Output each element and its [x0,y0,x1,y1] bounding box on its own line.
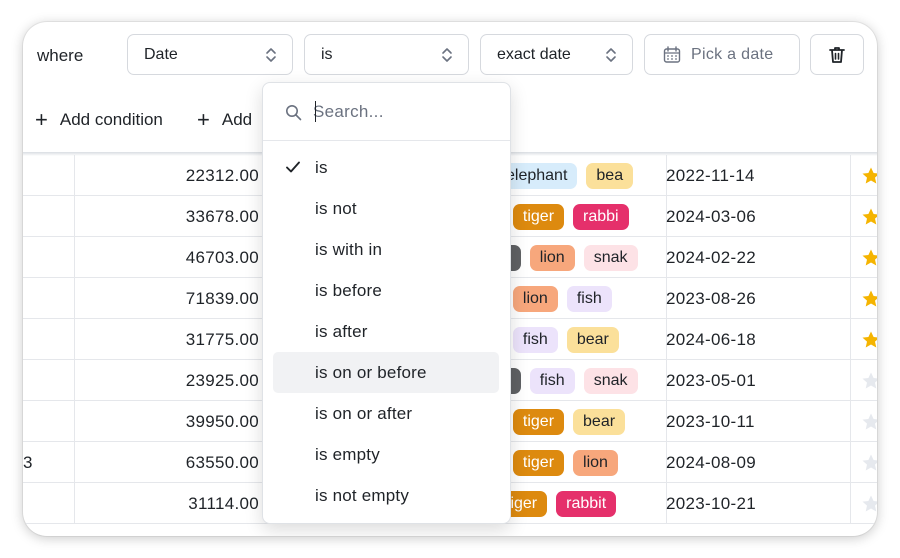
operator-option[interactable]: is on or before [273,352,499,393]
star-icon[interactable] [861,401,877,442]
row-index-cell [23,401,73,442]
add-condition-button[interactable]: + Add condition [35,109,163,131]
operator-option[interactable]: is [273,147,499,188]
tag-chip: lion [529,244,575,271]
tag-chip: tiger [512,408,565,435]
star-icon[interactable] [861,442,877,483]
amount-cell[interactable]: 71839.00 [74,278,259,319]
amount-cell[interactable]: 31114.00 [74,483,259,524]
date-cell[interactable]: 2024-02-22 [666,237,846,278]
operator-option-label: is on or after [315,403,413,423]
chevron-up-down-icon [442,47,452,62]
tag-chip: fish [566,285,612,312]
delete-condition-button[interactable] [810,34,864,75]
date-cell[interactable]: 2023-08-26 [666,278,846,319]
filter-table-window: 22312.00elephantbea2022-11-1433678.00ket… [23,22,877,536]
star-icon[interactable] [861,237,877,278]
dropdown-search [263,83,510,141]
star-icon[interactable] [861,196,877,237]
date-cell[interactable]: 2024-03-06 [666,196,846,237]
amount-cell[interactable]: 63550.00 [74,442,259,483]
where-label: where [37,46,84,65]
operator-select[interactable]: is [304,34,469,75]
operator-option-label: is after [315,321,368,341]
operator-select-value: is [321,45,333,63]
search-icon [286,105,302,121]
amount-cell[interactable]: 22312.00 [74,155,259,196]
chevron-up-down-icon [606,47,616,62]
tag-chip: fish [512,326,558,353]
row-index-cell [23,196,73,237]
amount-cell[interactable]: 31775.00 [74,319,259,360]
add-group-button[interactable]: + Add [197,109,252,131]
tag-chip: bear [566,326,619,353]
operator-dropdown-menu: is is not is with in is before is after is on… [262,82,511,524]
field-select[interactable]: Date [127,34,293,75]
amount-cell[interactable]: 46703.00 [74,237,259,278]
amount-cell[interactable]: 23925.00 [74,360,259,401]
row-index-cell [23,155,73,196]
tag-chip: rabbi [573,203,629,230]
date-picker-placeholder: Pick a date [691,45,774,63]
tag-chip: lion [512,285,558,312]
tag-chip: lion [573,449,618,476]
row-index-cell [23,483,73,524]
star-icon[interactable] [861,319,877,360]
date-cell[interactable]: 2022-11-14 [666,155,846,196]
star-icon[interactable] [861,360,877,401]
star-icon[interactable] [861,155,877,196]
date-cell[interactable]: 2024-08-09 [666,442,846,483]
tag-chip: bear [573,408,626,435]
operator-option-label: is empty [315,444,380,464]
star-icon[interactable] [861,483,877,524]
date-mode-value: exact date [497,45,571,63]
tag-chip: fish [529,367,575,394]
checkmark-icon [286,161,300,173]
date-cell[interactable]: 2024-06-18 [666,319,846,360]
star-icon[interactable] [861,278,877,319]
date-cell[interactable]: 2023-10-21 [666,483,846,524]
row-index-cell: 3 [23,452,33,472]
operator-option-label: is on or before [315,362,427,382]
operator-option[interactable]: is on or after [273,393,499,434]
tag-chip: snak [583,367,638,394]
chevron-up-down-icon [266,47,276,62]
row-index-cell [23,360,73,401]
operator-option[interactable]: is not empty [273,475,499,516]
operator-option[interactable]: is after [273,311,499,352]
text-cursor [315,101,316,122]
add-condition-label: Add condition [59,110,163,129]
date-cell[interactable]: 2023-05-01 [666,360,846,401]
operator-option-label: is before [315,280,383,300]
operator-option[interactable]: is empty [273,434,499,475]
add-group-label: Add [221,110,253,129]
plus-icon: + [35,107,48,132]
field-select-value: Date [144,45,178,63]
row-index-cell [23,278,73,319]
tag-chip: bea [586,162,634,189]
date-cell[interactable]: 2023-10-11 [666,401,846,442]
date-picker-button[interactable]: Pick a date [644,34,800,75]
operator-option[interactable]: is not [273,188,499,229]
operator-option[interactable]: is before [273,270,499,311]
operator-option-label: is not empty [315,485,410,505]
trash-icon [829,46,845,63]
tag-chip: tiger [512,203,565,230]
operator-option[interactable]: is with in [273,229,499,270]
amount-cell[interactable]: 33678.00 [74,196,259,237]
dropdown-search-input[interactable] [313,99,493,125]
tag-chip: rabbit [556,490,617,517]
amount-cell[interactable]: 39950.00 [74,401,259,442]
operator-option-label: is with in [315,239,383,259]
calendar-icon [663,45,681,63]
row-index-cell [23,237,73,278]
date-mode-select[interactable]: exact date [480,34,633,75]
operator-option-label: is not [315,198,357,218]
tag-chip: snak [583,244,638,271]
tag-chip: tiger [512,449,565,476]
plus-icon: + [197,107,210,132]
operator-option-label: is [315,157,328,177]
row-index-cell [23,319,73,360]
